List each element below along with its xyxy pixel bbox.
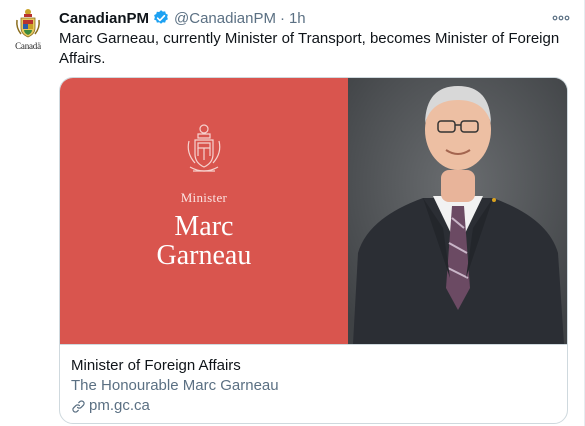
card-graphic: Minister Marc Garneau: [60, 78, 348, 344]
display-name[interactable]: CanadianPM: [59, 10, 149, 27]
avatar[interactable]: Canadä: [8, 8, 48, 52]
card-domain-text: pm.gc.ca: [89, 397, 150, 414]
card-image[interactable]: Minister Marc Garneau: [60, 78, 567, 344]
card-title: Minister of Foreign Affairs: [71, 357, 241, 374]
card-footer[interactable]: Minister of Foreign Affairs The Honourab…: [60, 344, 567, 423]
card-name-last: Garneau: [156, 240, 252, 271]
link-icon: [71, 399, 86, 414]
coat-of-arms-icon: [16, 9, 40, 38]
link-card[interactable]: Minister Marc Garneau Minister of Foreig…: [59, 77, 568, 424]
card-domain: pm.gc.ca: [71, 396, 556, 416]
card-description: The Honourable Marc Garneau: [71, 377, 279, 394]
timestamp[interactable]: 1h: [289, 10, 306, 27]
verified-badge-icon: [152, 9, 170, 27]
tweet-text: Marc Garneau, currently Minister of Tran…: [59, 30, 560, 67]
more-options-icon[interactable]: [550, 8, 572, 28]
coat-of-arms-icon: [187, 124, 221, 172]
user-handle[interactable]: @CanadianPM: [174, 10, 276, 27]
card-name-first: Marc: [174, 211, 234, 242]
canada-wordmark: Canadä: [15, 41, 41, 51]
separator-dot: ·: [279, 9, 285, 27]
tweet[interactable]: Canadä CanadianPM @CanadianPM · 1h Marc …: [0, 0, 585, 426]
tweet-header: CanadianPM @CanadianPM · 1h: [59, 8, 306, 28]
portrait-photo: [347, 78, 567, 344]
card-role: Minister: [180, 190, 228, 205]
